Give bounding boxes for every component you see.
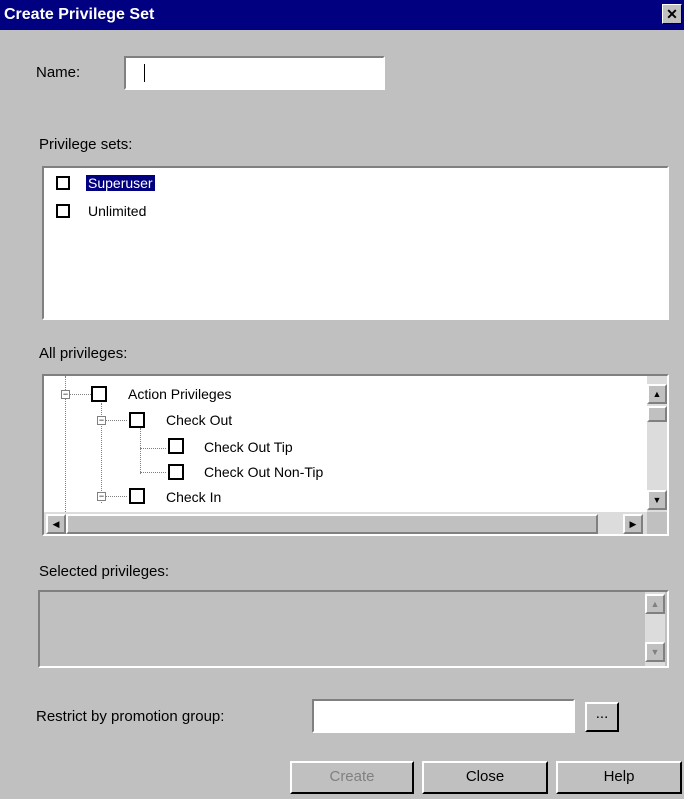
selected-privileges-label: Selected privileges: xyxy=(39,563,170,580)
help-button[interactable]: Help xyxy=(556,761,682,794)
close-button[interactable]: Close xyxy=(422,761,548,794)
tree-item-check-out-tip[interactable]: Check Out Tip xyxy=(204,439,293,455)
privilege-sets-label: Privilege sets: xyxy=(39,136,133,153)
unlimited-checkbox[interactable] xyxy=(56,204,70,218)
name-input[interactable] xyxy=(124,56,385,90)
close-icon: ✕ xyxy=(666,6,678,22)
tree-line xyxy=(140,428,141,474)
tree-item-check-in[interactable]: Check In xyxy=(166,489,221,505)
browse-button[interactable]: ... xyxy=(585,702,619,732)
arrow-left-icon: ◀ xyxy=(52,519,60,529)
collapse-icon[interactable]: − xyxy=(97,416,106,425)
scroll-thumb[interactable] xyxy=(647,406,667,422)
scroll-right-button[interactable]: ▶ xyxy=(623,514,643,534)
action-privileges-checkbox[interactable] xyxy=(91,386,107,402)
check-out-non-tip-checkbox[interactable] xyxy=(168,464,184,480)
create-button[interactable]: Create xyxy=(290,761,414,794)
check-out-tip-checkbox[interactable] xyxy=(168,438,184,454)
text-cursor xyxy=(144,64,145,82)
check-in-checkbox[interactable] xyxy=(129,488,145,504)
collapse-icon[interactable]: − xyxy=(97,492,106,501)
arrow-down-icon: ▼ xyxy=(652,495,662,505)
arrow-down-icon: ▼ xyxy=(650,647,660,657)
horizontal-scroll-thumb[interactable] xyxy=(66,514,598,534)
privilege-sets-list[interactable]: Superuser Unlimited xyxy=(42,166,669,320)
check-out-checkbox[interactable] xyxy=(129,412,145,428)
arrow-up-icon: ▲ xyxy=(650,599,660,609)
selected-privileges-box: ▲ ▼ xyxy=(38,590,669,668)
tree-line xyxy=(140,448,166,449)
scroll-up-button[interactable]: ▲ xyxy=(647,384,667,404)
promotion-group-label: Restrict by promotion group: xyxy=(36,708,225,725)
scroll-down-button: ▼ xyxy=(645,642,665,662)
all-privileges-label: All privileges: xyxy=(39,345,128,362)
scroll-up-button: ▲ xyxy=(645,594,665,614)
name-label: Name: xyxy=(36,64,81,81)
window-title: Create Privilege Set xyxy=(4,6,155,23)
scroll-down-button[interactable]: ▼ xyxy=(647,490,667,510)
superuser-checkbox[interactable] xyxy=(56,176,70,190)
list-item-label: Superuser xyxy=(86,175,155,191)
title-bar: Create Privilege Set ✕ xyxy=(0,0,684,30)
tree-line xyxy=(140,472,166,473)
scroll-left-button[interactable]: ◀ xyxy=(46,514,66,534)
collapse-icon[interactable]: − xyxy=(61,390,70,399)
tree-item-check-out-non-tip[interactable]: Check Out Non-Tip xyxy=(204,464,323,480)
list-item-label: Unlimited xyxy=(88,203,147,219)
tree-item-action-privileges[interactable]: Action Privileges xyxy=(128,386,232,402)
arrow-up-icon: ▲ xyxy=(652,389,662,399)
all-privileges-tree[interactable]: − Action Privileges − Check Out Check Ou… xyxy=(42,374,669,536)
scrollbar-corner xyxy=(647,512,667,534)
create-button-label: Create xyxy=(329,768,375,785)
promotion-group-input[interactable] xyxy=(312,699,575,733)
close-window-button[interactable]: ✕ xyxy=(662,4,682,24)
tree-item-check-out[interactable]: Check Out xyxy=(166,412,232,428)
arrow-right-icon: ▶ xyxy=(629,519,637,529)
